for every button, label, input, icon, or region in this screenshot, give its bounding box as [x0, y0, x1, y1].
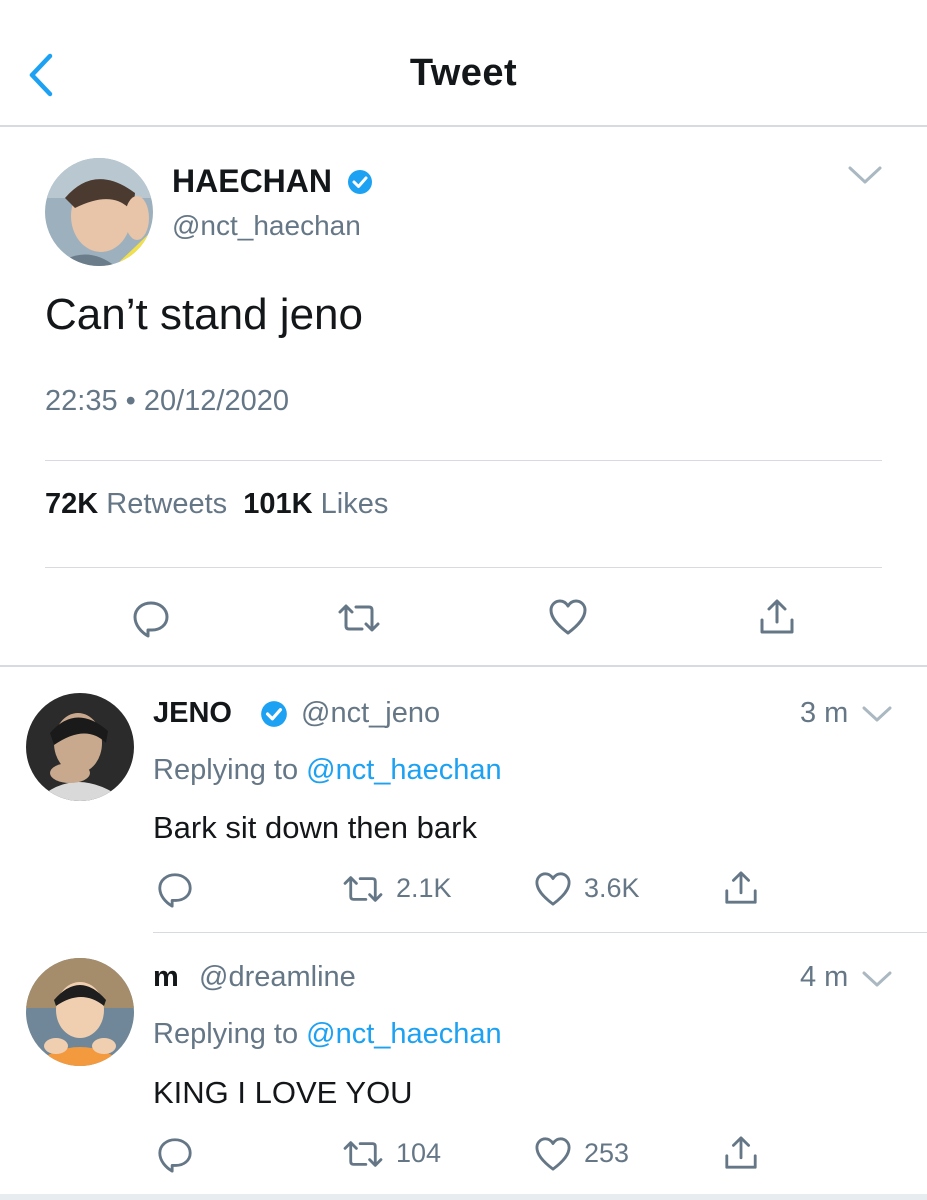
reply-icon: [158, 1138, 192, 1173]
page-title: Tweet: [409, 52, 518, 94]
reply-button[interactable]: [156, 1135, 194, 1178]
like-button[interactable]: [548, 598, 588, 641]
mention-link[interactable]: @nct_haechan: [306, 1018, 502, 1050]
timestamp-separator: •: [125, 385, 136, 417]
retweet-button[interactable]: [342, 872, 384, 911]
divider: [0, 665, 927, 667]
divider: [153, 932, 927, 933]
avatar[interactable]: [26, 958, 134, 1066]
retweets-label: Retweets: [106, 488, 228, 520]
more-options-button[interactable]: [846, 162, 884, 193]
retweet-icon: [343, 1141, 383, 1167]
reply-button[interactable]: [156, 870, 194, 913]
reply-author-name[interactable]: JENO: [153, 697, 232, 730]
reply-author-name[interactable]: m: [153, 961, 179, 994]
tweet-time: 22:35: [45, 385, 118, 417]
more-options-button[interactable]: [860, 967, 894, 996]
likes-stat[interactable]: 101K Likes: [243, 488, 388, 520]
replying-to-line: Replying to @nct_haechan: [153, 1018, 502, 1051]
avatar[interactable]: [45, 158, 153, 266]
verified-badge-icon: [259, 699, 289, 734]
share-button[interactable]: [723, 1135, 759, 1176]
likes-count: 101K: [243, 488, 313, 520]
share-icon: [725, 1136, 757, 1169]
like-count: 253: [584, 1138, 630, 1168]
share-icon: [725, 871, 757, 904]
retweet-button[interactable]: [337, 600, 381, 641]
chevron-down-icon: [862, 706, 892, 722]
divider: [45, 567, 882, 568]
reply-text: KING I LOVE YOU: [153, 1075, 413, 1110]
engagement-stats: 72K Retweets 101K Likes: [45, 488, 388, 521]
mention-link[interactable]: @nct_haechan: [306, 754, 502, 786]
retweet-icon: [338, 604, 380, 632]
reply-icon: [133, 601, 169, 638]
tweet-date: 20/12/2020: [143, 385, 290, 417]
heart-icon: [535, 872, 571, 906]
retweet-count: 104: [396, 1138, 442, 1168]
reply-button[interactable]: [131, 598, 171, 643]
reply-timestamp: 4 m: [800, 961, 849, 993]
replying-prefix: Replying to: [153, 1018, 299, 1050]
header-bar: Tweet: [0, 0, 927, 127]
share-icon: [760, 599, 794, 634]
bottom-divider: [0, 1194, 927, 1200]
divider: [45, 460, 882, 461]
replying-to-line: Replying to @nct_haechan: [153, 754, 502, 787]
reply-author-handle[interactable]: @nct_jeno: [301, 697, 440, 730]
replying-prefix: Replying to: [153, 754, 299, 786]
chevron-down-icon: [862, 971, 892, 987]
reply-author-handle[interactable]: @dreamline: [199, 961, 356, 994]
retweet-button[interactable]: [342, 1137, 384, 1176]
heart-icon: [549, 599, 587, 635]
retweet-icon: [343, 876, 383, 902]
avatar[interactable]: [26, 693, 134, 801]
share-button[interactable]: [723, 870, 759, 911]
reply-icon: [158, 873, 192, 908]
heart-icon: [535, 1137, 571, 1171]
tweet-text: Can’t stand jeno: [45, 290, 363, 339]
verified-badge-icon: [346, 168, 374, 201]
retweets-stat[interactable]: 72K Retweets: [45, 488, 227, 520]
retweets-count: 72K: [45, 488, 99, 520]
chevron-down-icon: [848, 166, 882, 184]
like-button[interactable]: [534, 871, 572, 912]
reply-text: Bark sit down then bark: [153, 810, 477, 845]
like-count: 3.6K: [584, 873, 640, 903]
author-handle[interactable]: @nct_haechan: [172, 210, 361, 242]
reply-timestamp: 3 m: [800, 697, 849, 729]
share-button[interactable]: [758, 598, 796, 641]
like-button[interactable]: [534, 1136, 572, 1177]
more-options-button[interactable]: [860, 702, 894, 731]
retweet-count: 2.1K: [396, 873, 452, 903]
likes-label: Likes: [320, 488, 389, 520]
author-name[interactable]: HAECHAN: [172, 163, 332, 200]
tweet-timestamp: 22:35 • 20/12/2020: [45, 385, 289, 418]
